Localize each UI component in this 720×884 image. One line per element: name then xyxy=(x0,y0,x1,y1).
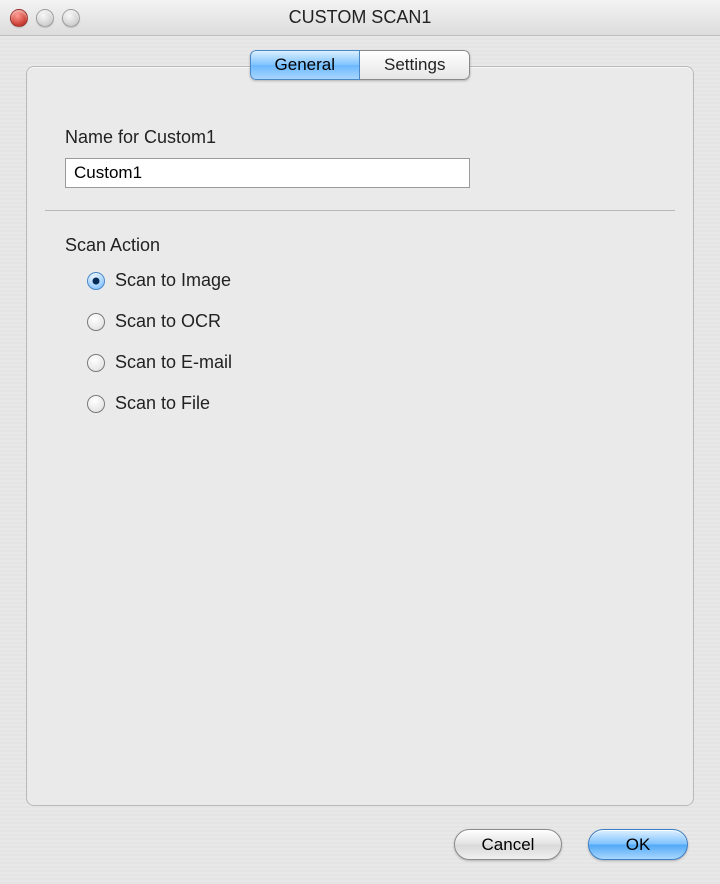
radio-icon xyxy=(87,395,105,413)
titlebar: CUSTOM SCAN1 xyxy=(0,0,720,36)
radio-icon xyxy=(87,313,105,331)
radio-icon xyxy=(87,272,105,290)
radio-label: Scan to E-mail xyxy=(115,352,232,373)
tab-bar: General Settings xyxy=(0,50,720,80)
custom-name-input[interactable] xyxy=(65,158,470,188)
zoom-icon[interactable] xyxy=(62,9,80,27)
tab-settings[interactable]: Settings xyxy=(360,50,470,80)
cancel-button[interactable]: Cancel xyxy=(454,829,562,860)
cancel-button-label: Cancel xyxy=(482,835,535,854)
radio-label: Scan to OCR xyxy=(115,311,221,332)
tab-settings-label: Settings xyxy=(384,55,445,74)
radio-scan-to-image[interactable]: Scan to Image xyxy=(87,270,655,291)
window-title: CUSTOM SCAN1 xyxy=(0,7,720,28)
tab-general-label: General xyxy=(275,55,335,74)
scan-action-group: Scan to Image Scan to OCR Scan to E-mail… xyxy=(87,270,655,414)
main-panel: Name for Custom1 Scan Action Scan to Ima… xyxy=(26,66,694,806)
radio-scan-to-file[interactable]: Scan to File xyxy=(87,393,655,414)
scan-action-label: Scan Action xyxy=(65,235,655,256)
name-label: Name for Custom1 xyxy=(65,127,655,148)
radio-scan-to-email[interactable]: Scan to E-mail xyxy=(87,352,655,373)
radio-label: Scan to File xyxy=(115,393,210,414)
close-icon[interactable] xyxy=(10,9,28,27)
tab-general[interactable]: General xyxy=(250,50,360,80)
radio-icon xyxy=(87,354,105,372)
ok-button[interactable]: OK xyxy=(588,829,688,860)
radio-label: Scan to Image xyxy=(115,270,231,291)
minimize-icon[interactable] xyxy=(36,9,54,27)
window-controls xyxy=(10,9,80,27)
divider xyxy=(45,210,675,211)
ok-button-label: OK xyxy=(626,835,651,854)
dialog-buttons: Cancel OK xyxy=(454,829,688,860)
radio-scan-to-ocr[interactable]: Scan to OCR xyxy=(87,311,655,332)
